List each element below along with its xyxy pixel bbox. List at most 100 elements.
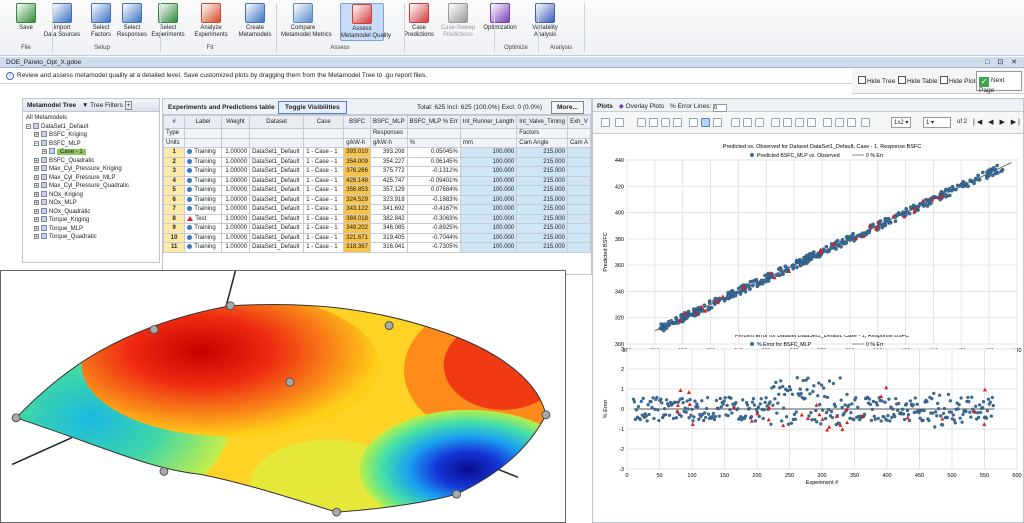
tree-item[interactable]: + Max_Cyl_Pressure_MLP: [26, 173, 156, 183]
expand-icon[interactable]: +: [34, 225, 39, 231]
plot-tool-icon[interactable]: [731, 118, 740, 127]
import-data-sources-button[interactable]: Import Data Sources: [40, 3, 84, 39]
hide-plots-button[interactable]: Hide Plots: [940, 76, 979, 85]
tree-item[interactable]: + NOx_Quadratic: [26, 207, 156, 217]
surface-node[interactable]: [452, 489, 462, 499]
surface-node[interactable]: [332, 507, 342, 517]
tree-item[interactable]: + NOx_MLP: [26, 199, 156, 208]
table-row[interactable]: 3 Training 1.00000 DataSet1_Default 1 - Case…: [162, 166, 592, 177]
table-row[interactable]: 5 Training 1.00000 DataSet1_Default 1 - Case…: [162, 185, 592, 196]
layout-select[interactable]: 1x2 ▾: [891, 117, 912, 128]
table-row[interactable]: 6 Training 1.00000 DataSet1_Default 1 - Case…: [162, 194, 592, 205]
table-row[interactable]: 9 Training 1.00000 DataSet1_Default 1 - Case…: [162, 223, 592, 234]
table-row[interactable]: 11 Training 1.00000 DataSet1_Default 1 - Cas…: [162, 242, 592, 253]
case-sweep-predictions-button[interactable]: Case-Sweep Predictions: [436, 3, 480, 39]
surface-node[interactable]: [285, 377, 295, 387]
tree-item[interactable]: + Max_Cyl_Pressure_Kriging: [26, 165, 156, 174]
surface-node[interactable]: [225, 301, 235, 311]
expand-icon[interactable]: +: [34, 191, 39, 197]
window-buttons[interactable]: □ ⊡ ✕: [985, 58, 1020, 66]
plot-tool-icon[interactable]: [771, 118, 780, 127]
next-page-button[interactable]: ✓ Next Page: [976, 71, 1022, 94]
table-row[interactable]: 4 Training 1.00000 DataSet1_Default 1 - Case…: [162, 175, 592, 186]
column-header[interactable]: Dataset: [249, 115, 305, 129]
plot-tool-icon[interactable]: [743, 118, 752, 127]
plot-tool-icon[interactable]: [755, 118, 764, 127]
column-header[interactable]: Case: [303, 115, 345, 129]
expand-icon[interactable]: +: [34, 208, 39, 214]
tree-item[interactable]: + Max_Cyl_Pressure_Quadratic: [26, 182, 156, 191]
table-row[interactable]: 7 Training 1.00000 DataSet1_Default 1 - Case…: [162, 204, 592, 215]
plot-tool-icon[interactable]: [615, 118, 624, 127]
select-experiments-button[interactable]: Select Experiments: [146, 3, 190, 39]
plot-tool-icon[interactable]: [783, 118, 792, 127]
plot-tool-icon[interactable]: [673, 118, 682, 127]
compare-metamodel-metrics-button[interactable]: Compare Metamodel Metrics: [281, 3, 332, 39]
variability-analysis-button[interactable]: Variability Analysis: [523, 3, 567, 39]
plot-tool-icon[interactable]: [847, 118, 856, 127]
expand-icon[interactable]: +: [34, 200, 39, 206]
column-header[interactable]: Exh_V: [566, 115, 592, 129]
plot-tool-icon[interactable]: [661, 118, 670, 127]
plot-tool-icon[interactable]: [823, 118, 832, 127]
page-nav-arrows[interactable]: |◀ ◀ ▶ ▶|: [973, 118, 1022, 126]
hide-table-button[interactable]: Hide Table: [898, 76, 938, 85]
tree-item[interactable]: + Case - 1: [26, 148, 156, 157]
tree-item[interactable]: + Torque_MLP: [26, 224, 156, 234]
expand-icon[interactable]: −: [34, 140, 39, 146]
tree-item[interactable]: + Torque_Quadratic: [26, 233, 156, 242]
plot-tool-icon[interactable]: [861, 118, 870, 127]
expand-icon[interactable]: +: [34, 132, 39, 138]
tree-item[interactable]: − DataSet1_Default: [26, 122, 156, 132]
table-row[interactable]: 8 Test 1.00000 DataSet1_Default 1 - Case - 1…: [162, 213, 592, 224]
plot-tool-icon[interactable]: [795, 118, 804, 127]
document-tab[interactable]: DOE_Pareto_Opt_X.gdoe: [6, 59, 81, 66]
plot-tool-icon[interactable]: [701, 118, 710, 127]
plot-tool-icon[interactable]: [637, 118, 646, 127]
column-header[interactable]: Int_Valve_Timing: [516, 115, 568, 129]
plot-tool-icon[interactable]: [713, 118, 722, 127]
tree-item[interactable]: + Torque_Kriging: [26, 216, 156, 225]
column-header[interactable]: #: [162, 115, 186, 129]
plot-tool-icon[interactable]: [601, 118, 610, 127]
column-header[interactable]: BSFC: [343, 115, 371, 129]
table-row[interactable]: 2 Training 1.00000 DataSet1_Default 1 - Case…: [162, 156, 592, 167]
tree-filters-button[interactable]: ▼ Tree Filters +: [82, 101, 133, 110]
plot-tool-icon[interactable]: [649, 118, 658, 127]
surface-node[interactable]: [384, 321, 394, 331]
page-select[interactable]: 1 ▾: [923, 117, 951, 128]
expand-icon[interactable]: +: [34, 157, 39, 163]
plot-tool-icon[interactable]: [835, 118, 844, 127]
expand-icon[interactable]: +: [34, 234, 39, 240]
tree-item[interactable]: All Metamodels: [26, 114, 156, 123]
overlay-plots-button[interactable]: ◆ Overlay Plots: [619, 103, 664, 110]
tree-item[interactable]: + NOx_Kriging: [26, 190, 156, 200]
expand-icon[interactable]: +: [42, 149, 47, 155]
surface-node[interactable]: [149, 325, 159, 334]
error-lines-input[interactable]: [713, 104, 727, 112]
toggle-visibilities-button[interactable]: Toggle Visibilities: [278, 101, 347, 114]
plot-tool-icon[interactable]: [689, 118, 698, 127]
surface-node[interactable]: [541, 410, 551, 420]
expand-icon[interactable]: +: [34, 166, 39, 172]
plot-tool-icon[interactable]: [807, 118, 816, 127]
surface-node[interactable]: [159, 466, 169, 476]
add-icon[interactable]: +: [124, 101, 133, 110]
analyze-experiments-button[interactable]: Analyze Experiments: [189, 3, 233, 39]
tree-item[interactable]: − BSFC_MLP: [26, 139, 156, 149]
assess-metamodel-quality-button[interactable]: Assess Metamodel Quality: [340, 3, 391, 41]
column-header[interactable]: Weight: [220, 115, 251, 129]
expand-icon[interactable]: +: [34, 183, 39, 189]
column-header[interactable]: Label: [184, 115, 222, 129]
expand-icon[interactable]: −: [26, 123, 31, 129]
hide-tree-button[interactable]: Hide Tree: [858, 76, 895, 85]
create-metamodels-button[interactable]: Create Metamodels: [233, 3, 277, 39]
more-button[interactable]: More...: [551, 101, 584, 114]
expand-icon[interactable]: +: [34, 174, 39, 180]
optimization-button[interactable]: Optimization: [478, 3, 522, 32]
expand-icon[interactable]: +: [34, 217, 39, 223]
table-row[interactable]: 1 Training 1.00000 DataSet1_Default 1 - Case…: [162, 147, 592, 158]
table-row[interactable]: 10 Training 1.00000 DataSet1_Default 1 - Cas…: [162, 232, 592, 243]
column-header[interactable]: BSFC_MLP % Err: [406, 115, 461, 129]
surface-node[interactable]: [11, 413, 21, 423]
